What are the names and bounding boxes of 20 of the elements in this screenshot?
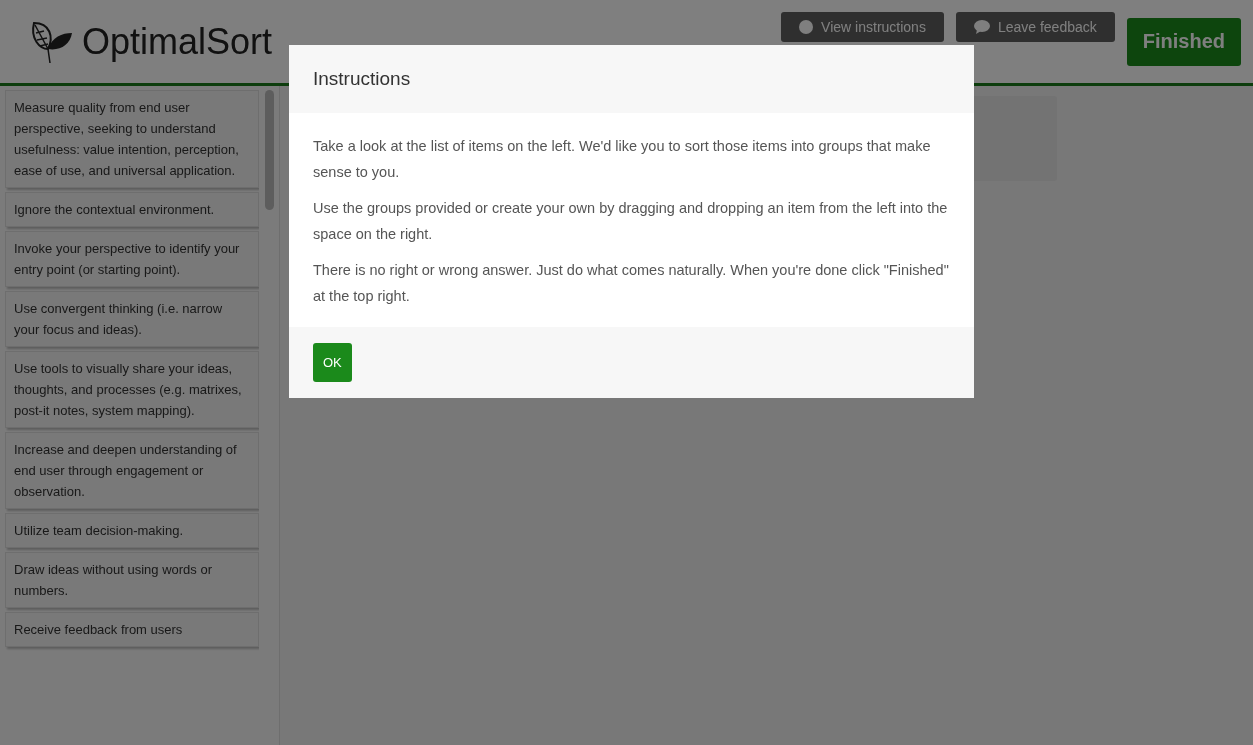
sort-card[interactable]: Use convergent thinking (i.e. narrow your focus and ideas). [5, 291, 259, 347]
sort-card[interactable]: Utilize team decision-making. [5, 513, 259, 548]
sort-card[interactable]: Use tools to visually share your ideas, thoughts, and processes (e.g. matrixes, post-it notes, system mapping). [5, 351, 259, 428]
sort-card[interactable]: Draw ideas without using words or numbers. [5, 552, 259, 608]
app-logo: OptimalSort [82, 20, 273, 63]
sort-card[interactable]: Measure quality from end user perspective, seeking to understand usefulness: value intention, perception, ease of use, and universal application. [5, 90, 259, 188]
instruction-text: Take a look at the list of items on the left. We'd like you to sort those items into groups that make sense to you. [313, 137, 932, 182]
instruction-text: Use the groups provided or create your own by dragging and dropping an item from the left into the space on the right. [313, 199, 949, 244]
sort-card[interactable]: Ignore the contextual environment. [5, 192, 259, 227]
finished-button[interactable]: Finished [1126, 17, 1241, 66]
ok-button[interactable]: OK [313, 343, 352, 382]
view-instructions-button[interactable]: View instructions [781, 12, 944, 42]
sort-card[interactable]: Increase and deepen understanding of end user through engagement or observation. [5, 432, 259, 509]
dialog-title: Instructions [313, 68, 411, 90]
scrollbar-thumb[interactable] [264, 90, 274, 210]
instruction-text: There is no right or wrong answer. Just do what comes naturally. When you're done click "Finished" at the top right. [313, 261, 950, 306]
sort-card[interactable]: Invoke your perspective to identify your entry point (or starting point). [5, 231, 259, 287]
speech-bubble-icon [973, 20, 990, 34]
sort-card[interactable]: Receive feedback from users [5, 612, 259, 647]
leave-feedback-button[interactable]: Leave feedback [955, 12, 1115, 42]
